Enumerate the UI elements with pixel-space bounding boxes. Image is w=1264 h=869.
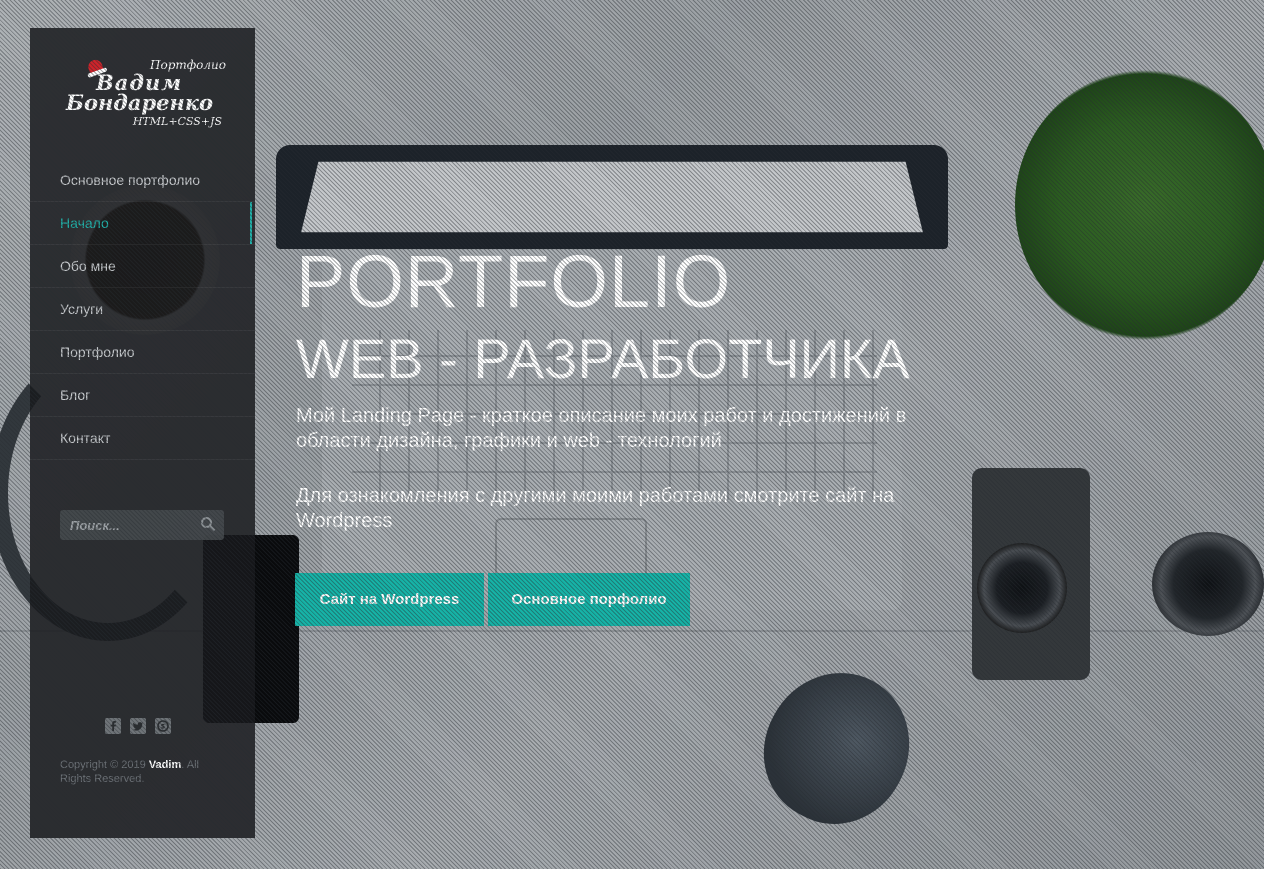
search-icon[interactable] [200,516,216,532]
logo-last-name: Бондаренко [66,90,214,115]
copyright-text: Copyright © 2019 Vadim. All Rights Reser… [60,758,230,786]
sidebar-item-contact[interactable]: Контакт [30,417,255,460]
plant-image [1015,70,1264,340]
search-box [60,510,224,540]
sidebar-item-blog[interactable]: Блог [30,374,255,417]
sidebar-menu: Основное портфолио Начало Обо мне Услуги… [30,159,255,460]
sidebar-item-home[interactable]: Начало [30,202,255,245]
copyright-author[interactable]: Vadim [149,759,181,771]
hero-subtitle: WEB - РАЗРАБОТЧИКА [296,327,910,390]
site-logo[interactable]: Портфолио Вадим Бондаренко HTML+CSS+JS [66,57,226,130]
camera-lens-image [1152,532,1264,636]
social-links [105,718,171,734]
sidebar-item-portfolio[interactable]: Портфолио [30,331,255,374]
camera-image [972,468,1090,680]
sidebar-item-about[interactable]: Обо мне [30,245,255,288]
hero-description: Мой Landing Page - краткое описание моих… [296,405,907,452]
logo-tagline: HTML+CSS+JS [132,115,222,128]
main-portfolio-button[interactable]: Основное порфолио [488,573,690,626]
laptop-screen-image [276,145,948,249]
page: Портфолио Вадим Бондаренко HTML+CSS+JS О… [0,0,1264,869]
sidebar-item-services[interactable]: Услуги [30,288,255,331]
hero-note: Для ознакомления с другими моими работам… [296,485,895,532]
twitter-icon[interactable] [130,718,146,734]
sidebar-item-main-portfolio[interactable]: Основное портфолио [30,159,255,202]
mouse-image [738,647,936,849]
sidebar: Портфолио Вадим Бондаренко HTML+CSS+JS О… [30,28,255,838]
skype-icon[interactable] [155,718,171,734]
hero-title: PORTFOLIO [296,240,732,323]
copyright-prefix: Copyright © 2019 [60,759,146,771]
search-input[interactable] [60,510,210,540]
facebook-icon[interactable] [105,718,121,734]
wordpress-site-button[interactable]: Сайт на Wordpress [295,573,484,626]
